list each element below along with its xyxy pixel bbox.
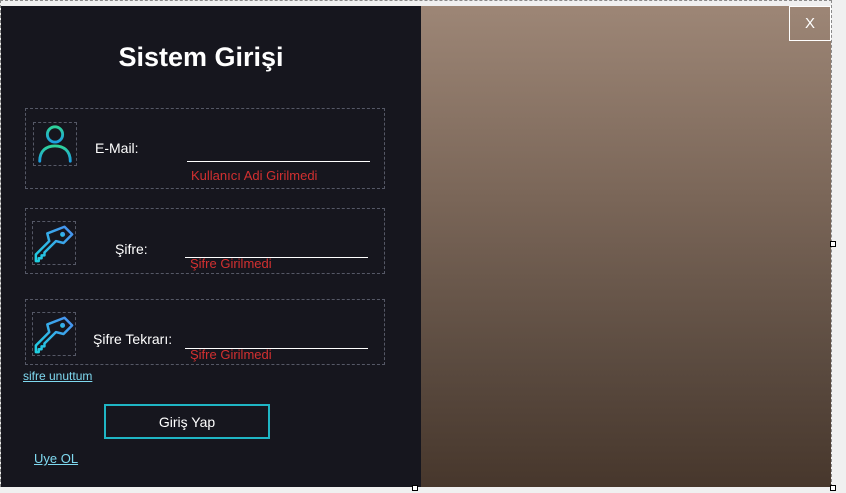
password-repeat-error: Şifre Girilmedi: [190, 347, 272, 362]
key-icon: [32, 221, 76, 265]
login-button[interactable]: Giriş Yap: [104, 404, 270, 439]
forgot-password-link[interactable]: sifre unuttum: [23, 369, 92, 383]
page-title: Sistem Girişi: [118, 42, 284, 72]
decorative-background: [421, 6, 831, 487]
password-repeat-group: Şifre Tekrarı: Şifre Girilmedi: [25, 299, 385, 365]
resize-handle-corner[interactable]: [830, 485, 836, 491]
resize-handle-right[interactable]: [830, 241, 836, 247]
email-group: E-Mail: Kullanıcı Adi Girilmedi: [25, 108, 385, 189]
password-error: Şifre Girilmedi: [190, 256, 272, 271]
login-panel: Sistem Girişi E-Mail: Kullanıcı Adi Giri…: [1, 6, 421, 487]
email-error: Kullanıcı Adi Girilmedi: [191, 168, 318, 183]
key-icon: [32, 312, 76, 356]
email-label: E-Mail:: [95, 140, 139, 156]
password-group: Şifre: Şifre Girilmedi: [25, 208, 385, 274]
close-button[interactable]: X: [789, 6, 831, 41]
password-repeat-label: Şifre Tekrarı:: [93, 331, 173, 347]
register-link[interactable]: Uye OL: [34, 451, 78, 466]
email-field[interactable]: [187, 143, 370, 162]
password-label: Şifre:: [115, 241, 148, 257]
user-icon: [33, 122, 77, 166]
resize-handle-bottom[interactable]: [412, 485, 418, 491]
